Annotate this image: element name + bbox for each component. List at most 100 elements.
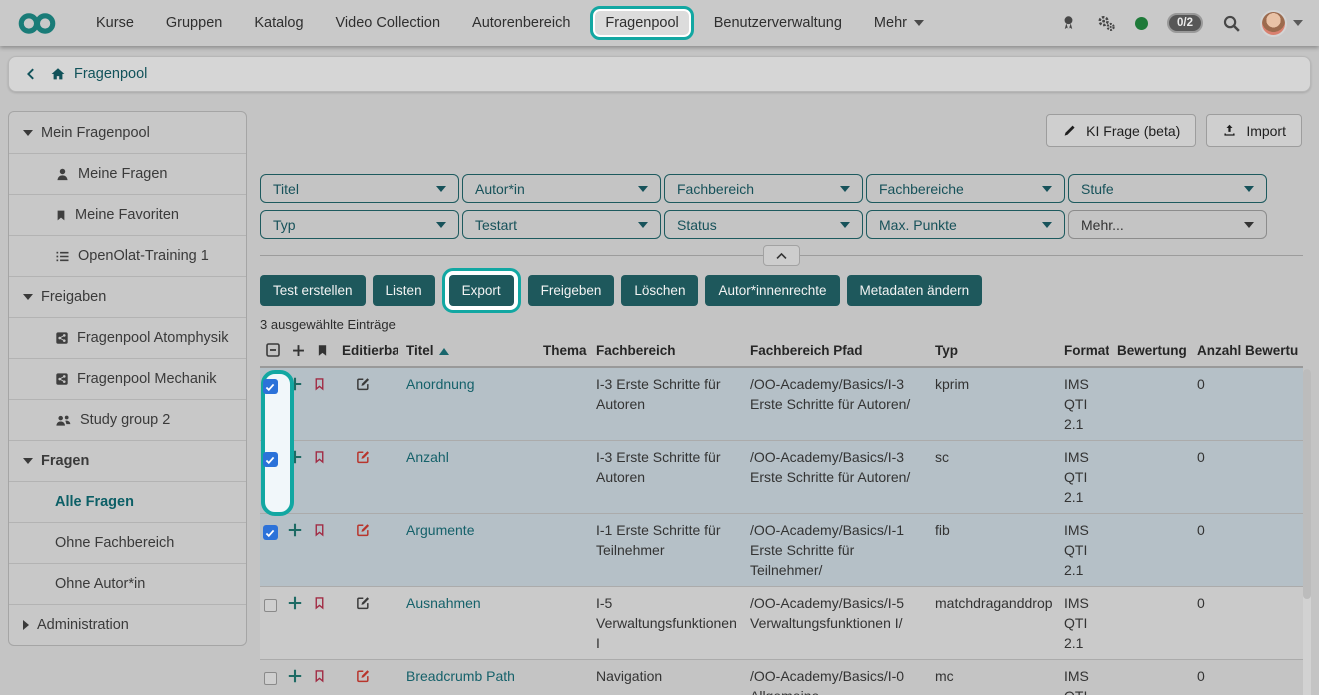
add-to-list-icon[interactable] — [287, 376, 303, 392]
nav-item-video-collection[interactable]: Video Collection — [320, 8, 457, 38]
question-title-link[interactable]: Anzahl — [406, 449, 449, 465]
col-titel[interactable]: Titel — [398, 343, 535, 358]
select-all-checkbox[interactable] — [260, 342, 286, 358]
plus-cell — [286, 447, 310, 507]
import-button[interactable]: Import — [1206, 114, 1302, 147]
sidebar-section-mein-fragenpool[interactable]: Mein Fragenpool — [9, 112, 246, 153]
nav-item-kurse[interactable]: Kurse — [80, 8, 150, 38]
question-title-link[interactable]: Argumente — [406, 522, 474, 538]
sidebar-item-fragenpool-mechanik[interactable]: Fragenpool Mechanik — [9, 358, 246, 399]
col-format[interactable]: Format — [1056, 343, 1109, 358]
award-icon[interactable] — [1060, 14, 1077, 32]
openolat-logo-icon[interactable] — [16, 11, 58, 36]
add-to-list-icon[interactable] — [287, 668, 303, 684]
row-checkbox[interactable] — [263, 452, 278, 467]
sidebar-item-meine-favoriten[interactable]: Meine Favoriten — [9, 194, 246, 235]
sidebar-item-fragenpool-atomphysik[interactable]: Fragenpool Atomphysik — [9, 317, 246, 358]
task-count-badge[interactable]: 0/2 — [1167, 13, 1203, 33]
bewertung-cell — [1109, 447, 1189, 507]
upload-icon — [1222, 123, 1237, 138]
col-fachbereich-pfad[interactable]: Fachbereich Pfad — [742, 343, 927, 358]
edit-icon[interactable] — [356, 376, 371, 391]
scrollbar-thumb[interactable] — [1303, 369, 1311, 599]
sidebar-item-meine-fragen[interactable]: Meine Fragen — [9, 153, 246, 194]
sidebar-section-administration[interactable]: Administration — [9, 604, 246, 645]
add-to-list-icon[interactable] — [287, 522, 303, 538]
sidebar-item-ohne-fachbereich[interactable]: Ohne Fachbereich — [9, 522, 246, 563]
question-title-link[interactable]: Ausnahmen — [406, 595, 481, 611]
search-icon[interactable] — [1222, 14, 1241, 33]
col-thema[interactable]: Thema — [535, 343, 588, 358]
bookmark-cell — [310, 374, 334, 434]
bookmark-outline-icon[interactable] — [313, 668, 326, 684]
nav-item-katalog[interactable]: Katalog — [238, 8, 319, 38]
bookmark-cell — [310, 520, 334, 580]
settings-gears-icon[interactable] — [1096, 14, 1116, 33]
add-all-icon[interactable] — [286, 343, 310, 358]
col-editierbar[interactable]: Editierbar — [334, 343, 398, 358]
collapse-filters-button[interactable] — [763, 245, 800, 266]
avatar[interactable] — [1260, 10, 1287, 37]
breadcrumb-home[interactable]: Fragenpool — [50, 66, 147, 82]
col-bewertung[interactable]: Bewertung — [1109, 343, 1189, 358]
bookmark-outline-icon[interactable] — [313, 522, 326, 538]
user-menu[interactable] — [1260, 10, 1303, 37]
sidebar-item-ohne-autor-in[interactable]: Ohne Autor*in — [9, 563, 246, 604]
row-checkbox[interactable] — [264, 599, 277, 612]
filter-label: Mehr... — [1081, 217, 1124, 233]
filter-autor-in[interactable]: Autor*in — [462, 174, 661, 203]
autor-innenrechte-button[interactable]: Autor*innenrechte — [705, 275, 839, 306]
sidebar-item-study-group-2[interactable]: Study group 2 — [9, 399, 246, 440]
col-fachbereich[interactable]: Fachbereich — [588, 343, 742, 358]
test-erstellen-button[interactable]: Test erstellen — [260, 275, 366, 306]
edit-icon[interactable] — [356, 522, 371, 537]
row-checkbox[interactable] — [263, 525, 278, 540]
filter-fachbereich[interactable]: Fachbereich — [664, 174, 863, 203]
filter-max-punkte[interactable]: Max. Punkte — [866, 210, 1065, 239]
edit-icon[interactable] — [356, 595, 371, 610]
edit-icon[interactable] — [356, 668, 371, 683]
back-icon[interactable] — [24, 67, 38, 81]
sidebar-section-fragen[interactable]: Fragen — [9, 440, 246, 481]
l-schen-button[interactable]: Löschen — [621, 275, 698, 306]
sidebar-section-freigaben[interactable]: Freigaben — [9, 276, 246, 317]
row-checkbox[interactable] — [264, 672, 277, 685]
sidebar-item-openolat-training-1[interactable]: OpenOlat-Training 1 — [9, 235, 246, 276]
bookmark-header-icon[interactable] — [310, 343, 334, 358]
filter-label: Titel — [273, 181, 299, 197]
question-title-link[interactable]: Anordnung — [406, 376, 475, 392]
bookmark-outline-icon[interactable] — [313, 449, 326, 465]
edit-icon[interactable] — [356, 449, 371, 464]
bookmark-outline-icon[interactable] — [313, 376, 326, 392]
ai-question-button[interactable]: KI Frage (beta) — [1046, 114, 1196, 147]
nav-item-gruppen[interactable]: Gruppen — [150, 8, 238, 38]
col-typ[interactable]: Typ — [927, 343, 1056, 358]
listen-button[interactable]: Listen — [373, 275, 435, 306]
add-to-list-icon[interactable] — [287, 595, 303, 611]
question-title-link[interactable]: Breadcrumb Path — [406, 668, 515, 684]
editierbar-cell — [334, 593, 398, 653]
filter-titel[interactable]: Titel — [260, 174, 459, 203]
filter-fachbereiche[interactable]: Fachbereiche — [866, 174, 1065, 203]
filter-status[interactable]: Status — [664, 210, 863, 239]
col-anzahl-bewertungen[interactable]: Anzahl Bewertu — [1189, 343, 1303, 358]
caret-down-icon — [436, 222, 446, 228]
sidebar-item-alle-fragen[interactable]: Alle Fragen — [9, 481, 246, 522]
freigeben-button[interactable]: Freigeben — [528, 275, 615, 306]
nav-item-fragenpool[interactable]: Fragenpool — [590, 6, 693, 40]
filter-typ[interactable]: Typ — [260, 210, 459, 239]
filter-mehr[interactable]: Mehr... — [1068, 210, 1267, 239]
filter-testart[interactable]: Testart — [462, 210, 661, 239]
filter-label: Testart — [475, 217, 517, 233]
bookmark-outline-icon[interactable] — [313, 595, 326, 611]
export-button[interactable]: Export — [449, 275, 514, 306]
nav-item-benutzerverwaltung[interactable]: Benutzerverwaltung — [698, 8, 858, 38]
metadaten-ndern-button[interactable]: Metadaten ändern — [847, 275, 983, 306]
row-checkbox[interactable] — [263, 379, 278, 394]
add-to-list-icon[interactable] — [287, 449, 303, 465]
table-scrollbar[interactable] — [1303, 369, 1311, 695]
filter-stufe[interactable]: Stufe — [1068, 174, 1267, 203]
nav-item-mehr[interactable]: Mehr — [858, 8, 940, 38]
checkbox-cell — [260, 447, 286, 507]
nav-item-autorenbereich[interactable]: Autorenbereich — [456, 8, 586, 38]
